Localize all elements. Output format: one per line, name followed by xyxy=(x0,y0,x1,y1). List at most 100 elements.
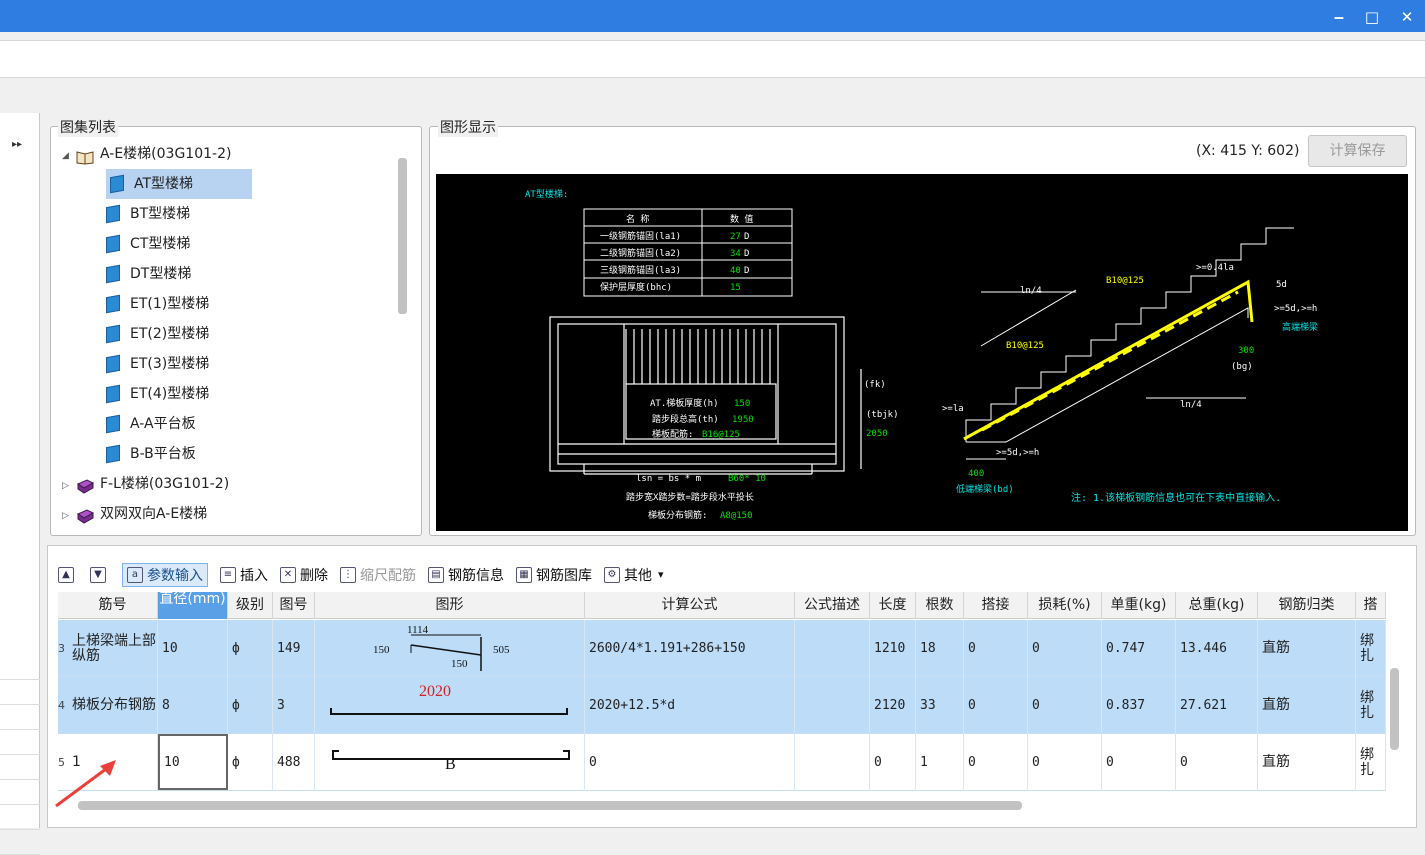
cell-formula[interactable]: 2600/4*1.191+286+150 xyxy=(585,620,795,677)
cell-grade[interactable]: ф xyxy=(228,734,273,791)
column-header[interactable]: 图号 xyxy=(273,592,315,619)
tree-item[interactable]: A-A平台板 xyxy=(106,409,196,439)
cell-dia[interactable]: 8 xyxy=(158,677,228,734)
column-header[interactable]: 钢筋归类 xyxy=(1258,592,1356,619)
cell-cat[interactable]: 直筋 xyxy=(1258,677,1356,734)
insert-button[interactable]: ≡ 插入 xyxy=(220,565,268,585)
tree-item[interactable]: BT型楼梯 xyxy=(106,199,190,229)
cell-loss[interactable]: 0 xyxy=(1028,620,1102,677)
expand-arrow-icon[interactable]: ▷ xyxy=(62,471,76,501)
cell-unit[interactable]: 0 xyxy=(1102,734,1176,791)
cell-lap[interactable]: 0 xyxy=(964,734,1028,791)
column-header[interactable]: 根数 xyxy=(916,592,964,619)
column-header[interactable]: 计算公式 xyxy=(585,592,795,619)
grid-vertical-scrollbar[interactable] xyxy=(1390,668,1399,750)
other-button[interactable]: ⚙ 其他 ▾ xyxy=(604,565,664,585)
table-row[interactable]: 5 1 10 ф 488 B 0 0 1 0 0 0 0 直筋 绑扎 xyxy=(58,734,1386,791)
cell-desc[interactable] xyxy=(795,734,870,791)
tree-item[interactable]: ▷ 双网双向A-E楼梯 xyxy=(62,499,207,528)
tree-item[interactable]: ▷ F-L楼梯(03G101-2) xyxy=(62,469,229,499)
expand-arrows-icon[interactable]: ▸▸ xyxy=(12,139,22,150)
cell-total[interactable]: 13.446 xyxy=(1176,620,1258,677)
grid-horizontal-scrollbar[interactable] xyxy=(78,801,1022,810)
cell-formula[interactable]: 2020+12.5*d xyxy=(585,677,795,734)
cell-shape[interactable]: B xyxy=(315,734,585,791)
cell-grade[interactable]: ф xyxy=(228,677,273,734)
cell-tie[interactable]: 绑扎 xyxy=(1356,620,1386,677)
column-header[interactable]: 筋号 xyxy=(68,592,158,619)
move-down-button[interactable]: ▼ xyxy=(90,566,110,583)
title-bar: ‒ □ ✕ xyxy=(0,0,1425,32)
cell-fig[interactable]: 488 xyxy=(273,734,315,791)
cell-lap[interactable]: 0 xyxy=(964,620,1028,677)
move-up-button[interactable]: ▲ xyxy=(58,566,78,583)
cell-dia[interactable]: 10 xyxy=(158,734,228,790)
column-header[interactable]: 搭接 xyxy=(964,592,1028,619)
tree-item[interactable]: ET(1)型楼梯 xyxy=(106,289,209,319)
column-header[interactable]: 搭 xyxy=(1356,592,1386,619)
table-row[interactable]: 3 上梯梁端上部纵筋 10 ф 149 1114 150 505 150 2600/4*1.191… xyxy=(58,620,1386,677)
rebar-info-button[interactable]: ▤ 钢筋信息 xyxy=(428,565,504,585)
tree-scrollbar[interactable] xyxy=(398,158,407,314)
cell-grade[interactable]: ф xyxy=(228,620,273,677)
cell-loss[interactable]: 0 xyxy=(1028,677,1102,734)
column-header[interactable]: 总重(kg) xyxy=(1176,592,1258,619)
cell-tie[interactable]: 绑扎 xyxy=(1356,677,1386,734)
cell-dia[interactable]: 10 xyxy=(158,620,228,677)
minimize-icon[interactable]: ‒ xyxy=(1328,6,1350,28)
cell-loss[interactable]: 0 xyxy=(1028,734,1102,791)
column-header[interactable]: 长度 xyxy=(870,592,916,619)
close-icon[interactable]: ✕ xyxy=(1396,6,1418,28)
cell-name[interactable]: 上梯梁端上部纵筋 xyxy=(68,620,158,677)
cell-count[interactable]: 1 xyxy=(916,734,964,791)
cell-len[interactable]: 0 xyxy=(870,734,916,791)
param-input-button[interactable]: a 参数输入 xyxy=(122,562,208,587)
column-header[interactable]: 公式描述 xyxy=(795,592,870,619)
calc-save-button[interactable]: 计算保存 xyxy=(1308,135,1407,167)
cell-count[interactable]: 18 xyxy=(916,620,964,677)
cell-len[interactable]: 2120 xyxy=(870,677,916,734)
rebar-library-button[interactable]: ▦ 钢筋图库 xyxy=(516,565,592,585)
cell-total[interactable]: 0 xyxy=(1176,734,1258,791)
cell-unit[interactable]: 0.747 xyxy=(1102,620,1176,677)
tree-item[interactable]: B-B平台板 xyxy=(106,439,196,469)
delete-button[interactable]: ✕ 删除 xyxy=(280,565,328,585)
cell-desc[interactable] xyxy=(795,677,870,734)
cell-shape[interactable]: 1114 150 505 150 xyxy=(315,620,585,677)
tree-item[interactable]: AT型楼梯 xyxy=(106,169,252,199)
cell-count[interactable]: 33 xyxy=(916,677,964,734)
column-header[interactable]: 图形 xyxy=(315,592,585,619)
section-label: 5d xyxy=(1276,280,1287,290)
cell-desc[interactable] xyxy=(795,620,870,677)
table-row[interactable]: 4 梯板分布钢筋 8 ф 3 2020 2020+12.5*d 2120 33 0 0 0.837 27… xyxy=(58,677,1386,734)
column-header[interactable]: 级别 xyxy=(228,592,273,619)
plan-note-value: 150 xyxy=(734,399,750,409)
collapse-arrow-icon[interactable]: ◢ xyxy=(62,141,76,171)
shape-label: 505 xyxy=(493,644,510,656)
cell-shape[interactable]: 2020 xyxy=(315,677,585,734)
cell-name[interactable]: 梯板分布钢筋 xyxy=(68,677,158,734)
cell-unit[interactable]: 0.837 xyxy=(1102,677,1176,734)
cell-lap[interactable]: 0 xyxy=(964,677,1028,734)
maximize-icon[interactable]: □ xyxy=(1361,6,1383,28)
tree-item[interactable]: DT型楼梯 xyxy=(106,259,191,289)
tree-item[interactable]: ◢ A-E楼梯(03G101-2) xyxy=(62,139,231,169)
cell-tie[interactable]: 绑扎 xyxy=(1356,734,1386,791)
cell-total[interactable]: 27.621 xyxy=(1176,677,1258,734)
expand-arrow-icon[interactable]: ▷ xyxy=(62,501,76,528)
tree-item[interactable]: ET(2)型楼梯 xyxy=(106,319,209,349)
cell-fig[interactable]: 3 xyxy=(273,677,315,734)
column-header[interactable]: 直径(mm) xyxy=(158,592,228,619)
cell-len[interactable]: 1210 xyxy=(870,620,916,677)
column-header[interactable]: 损耗(%) xyxy=(1028,592,1102,619)
stair-drawing-canvas[interactable]: AT型楼梯: 名 称数 值一级钢筋锚固(la1) 27 D 二级钢筋锚固(la2) 34… xyxy=(436,174,1408,531)
cell-cat[interactable]: 直筋 xyxy=(1258,620,1356,677)
cell-formula[interactable]: 0 xyxy=(585,734,795,791)
tree-item[interactable]: ET(4)型楼梯 xyxy=(106,379,209,409)
scale-rebar-button[interactable]: ⋮ 缩尺配筋 xyxy=(340,565,416,585)
column-header[interactable]: 单重(kg) xyxy=(1102,592,1176,619)
tree-item[interactable]: ET(3)型楼梯 xyxy=(106,349,209,379)
cell-cat[interactable]: 直筋 xyxy=(1258,734,1356,791)
cell-fig[interactable]: 149 xyxy=(273,620,315,677)
tree-item[interactable]: CT型楼梯 xyxy=(106,229,190,259)
